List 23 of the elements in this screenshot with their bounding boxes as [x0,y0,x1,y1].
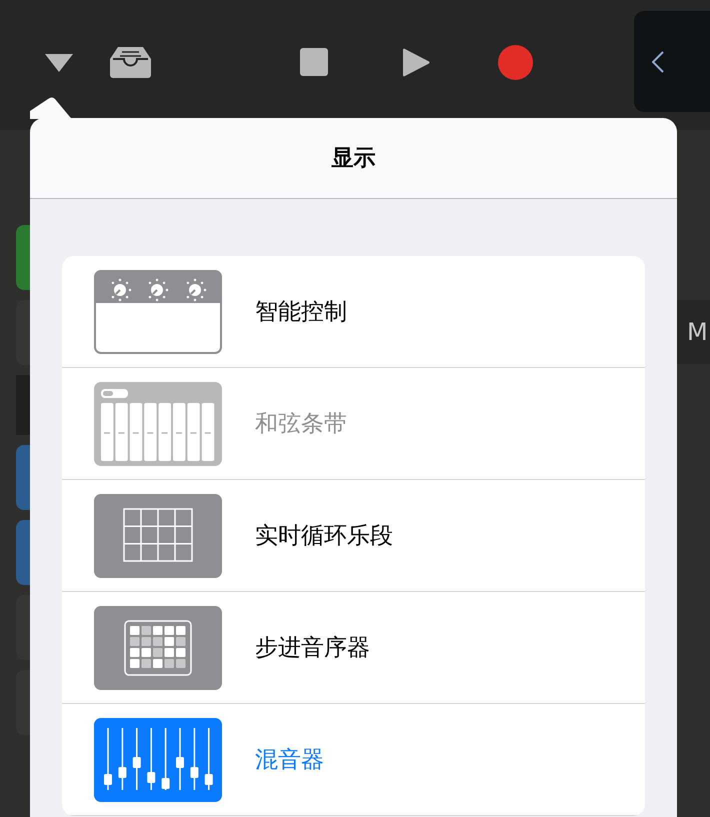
record-icon[interactable] [498,45,533,80]
menu-item[interactable]: 实时循环乐段 [62,480,645,592]
track-header[interactable] [16,300,30,365]
knob-panel-icon [94,270,222,354]
track-header[interactable] [16,520,30,585]
strips-icon [94,382,222,466]
track-header[interactable] [16,375,30,435]
popover-title: 显示 [332,145,376,173]
track-header[interactable] [16,445,30,510]
back-chevron-icon[interactable] [652,50,664,72]
play-icon[interactable] [403,48,430,77]
tray-icon[interactable] [110,47,151,78]
menu-item[interactable]: 混音器 [62,704,645,816]
track-header[interactable] [16,225,30,290]
menu-item[interactable]: 步进音序器 [62,592,645,704]
menu-item[interactable]: 智能控制 [62,256,645,368]
track-header[interactable] [16,670,30,735]
column-label: M [687,318,708,346]
step-grid-icon [94,606,222,690]
track-header[interactable] [16,595,30,660]
faders-icon [94,718,222,802]
grid-icon [94,494,222,578]
dropdown-triangle-icon[interactable] [45,54,73,72]
